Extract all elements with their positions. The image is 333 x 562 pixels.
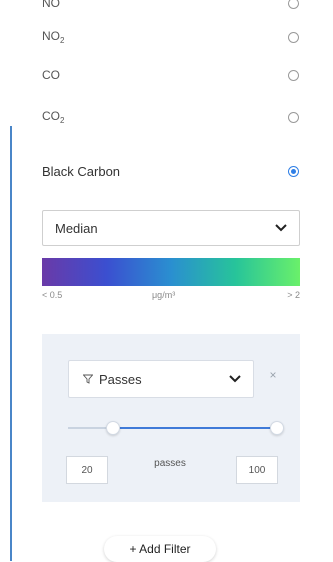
pollutant-label-no2: NO2	[42, 29, 65, 45]
add-filter-button[interactable]: + Add Filter	[104, 536, 216, 562]
statistic-select-value: Median	[55, 220, 98, 236]
radio-no2[interactable]	[288, 31, 299, 43]
chevron-down-icon	[275, 221, 287, 235]
range-unit-label: passes	[154, 458, 186, 469]
pollutant-row-no2[interactable]: NO2	[42, 26, 312, 48]
range-min-input[interactable]: 20	[66, 456, 108, 484]
color-scale-legend	[42, 258, 300, 286]
range-slider-fill	[112, 427, 276, 429]
statistic-select[interactable]: Median	[42, 210, 300, 246]
filter-field-value: Passes	[99, 371, 142, 387]
chevron-down-icon	[229, 372, 241, 386]
filter-field-select[interactable]: Passes	[68, 360, 254, 398]
legend-min-label: < 0.5	[42, 290, 63, 300]
radio-no[interactable]	[288, 0, 299, 9]
radio-black-carbon[interactable]	[288, 165, 299, 177]
range-max-input[interactable]: 100	[236, 456, 278, 484]
legend-max-label: > 2	[287, 290, 300, 300]
pollutant-row-no[interactable]: NO	[42, 0, 312, 14]
range-slider-max-handle[interactable]	[270, 421, 284, 435]
pollutant-label-co2: CO2	[42, 109, 65, 125]
legend-unit-label: μg/m³	[152, 290, 176, 300]
radio-co2[interactable]	[288, 111, 299, 123]
filter-funnel-icon	[82, 372, 94, 387]
pollutant-row-co2[interactable]: CO2	[42, 106, 312, 128]
range-slider-min-handle[interactable]	[106, 421, 120, 435]
color-scale-labels: < 0.5 μg/m³ > 2	[42, 290, 300, 304]
pollutant-label-co: CO	[42, 68, 60, 82]
pollutant-label-black-carbon: Black Carbon	[42, 163, 121, 179]
remove-filter-close-icon[interactable]: ×	[266, 368, 280, 386]
pollutant-row-black-carbon[interactable]: Black Carbon	[42, 160, 312, 182]
active-section-indicator	[10, 126, 12, 561]
pollutant-label-no: NO	[42, 0, 60, 10]
pollutant-row-co[interactable]: CO	[42, 64, 312, 86]
radio-co[interactable]	[288, 69, 299, 81]
